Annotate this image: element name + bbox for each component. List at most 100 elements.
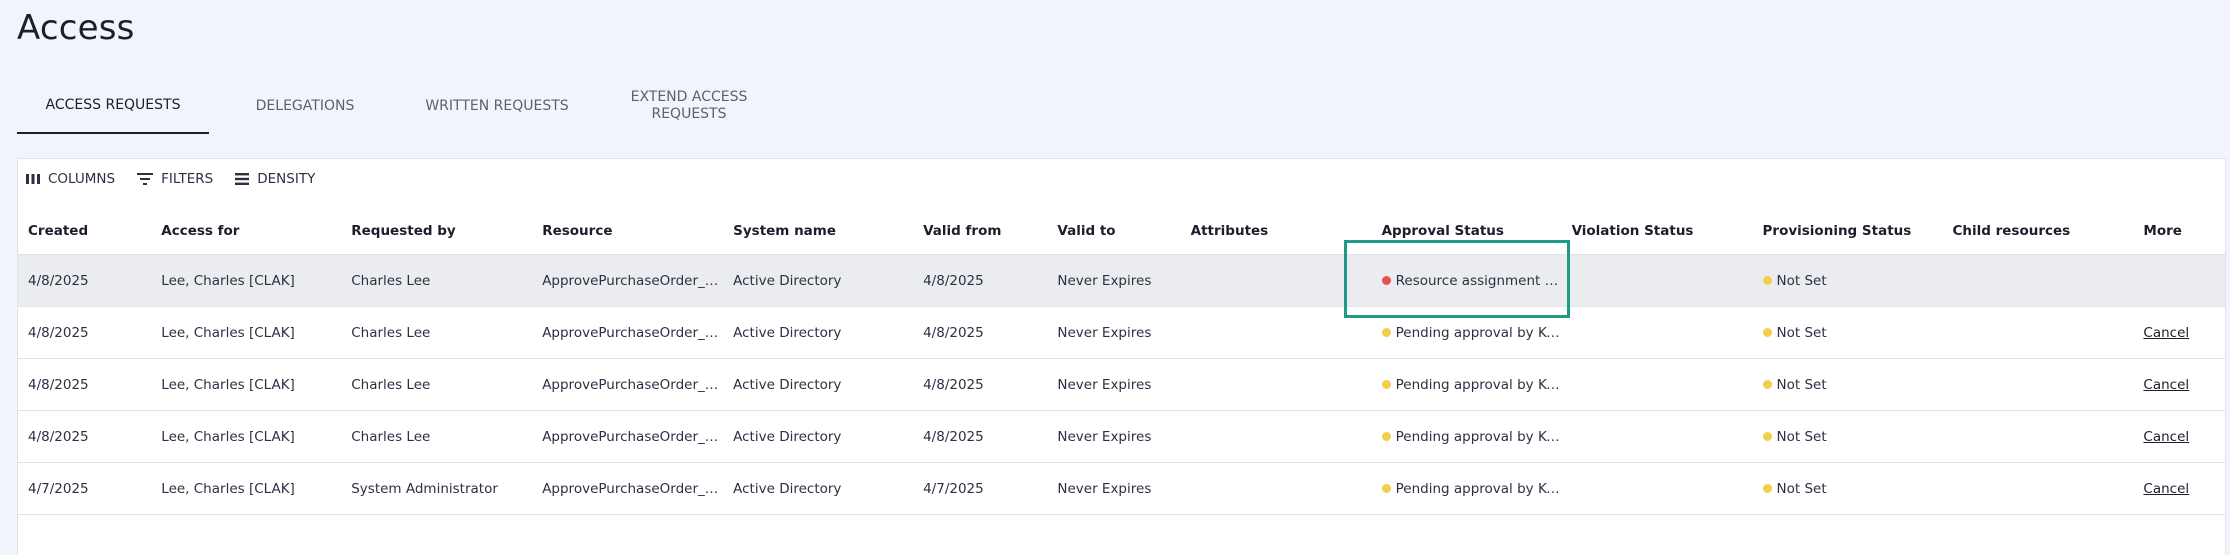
cell-created: 4/8/2025 <box>28 428 89 445</box>
page-title: Access <box>17 8 135 48</box>
tab-delegations[interactable]: DELEGATIONS <box>209 78 401 134</box>
columns-button[interactable]: COLUMNS <box>26 171 115 187</box>
cell-requested-by: Charles Lee <box>351 272 431 289</box>
cell-created: 4/8/2025 <box>28 324 89 341</box>
cell-created: 4/8/2025 <box>28 272 89 289</box>
cell-requested-by: System Administrator <box>351 480 498 497</box>
table-row[interactable]: 4/8/2025 Lee, Charles [CLAK] Charles Lee… <box>18 307 2225 359</box>
approval-status-text: Pending approval by Ke... <box>1395 428 1562 445</box>
cancel-link[interactable]: Cancel <box>2143 377 2189 393</box>
column-header-violation-status[interactable]: Violation Status <box>1562 223 1753 239</box>
cell-access-for: Lee, Charles [CLAK] <box>161 480 295 497</box>
density-icon <box>235 173 250 185</box>
cell-provisioning-status: Not Set <box>1753 377 1943 393</box>
approval-status-dot-icon <box>1381 484 1391 493</box>
approval-status-dot-icon <box>1381 432 1391 441</box>
cell-more: Cancel <box>2133 377 2225 393</box>
approval-status-text: Pending approval by Ke... <box>1395 376 1562 393</box>
cell-valid-to: Never Expires <box>1057 428 1152 445</box>
column-header-approval-status[interactable]: Approval Status <box>1372 223 1562 239</box>
column-header-valid-to[interactable]: Valid to <box>1047 223 1180 239</box>
column-header-child-resources[interactable]: Child resources <box>1942 223 2133 239</box>
cell-requested-by: Charles Lee <box>351 376 431 393</box>
table-row[interactable]: 4/8/2025 Lee, Charles [CLAK] Charles Lee… <box>18 255 2225 307</box>
column-header-provisioning-status[interactable]: Provisioning Status <box>1753 223 1943 239</box>
cell-approval-status[interactable]: Resource assignment is ... <box>1372 273 1562 289</box>
cell-valid-to: Never Expires <box>1057 480 1152 497</box>
provisioning-status-dot-icon <box>1762 380 1772 389</box>
grid-toolbar: COLUMNS FILTERS DENSITY <box>26 171 315 187</box>
cancel-link[interactable]: Cancel <box>2143 481 2189 497</box>
provisioning-status-dot-icon <box>1762 432 1772 441</box>
cell-system-name: Active Directory <box>733 272 842 289</box>
provisioning-status-text: Not Set <box>1776 272 1827 289</box>
cell-more: Cancel <box>2133 429 2225 445</box>
tab-extend-access-requests[interactable]: EXTEND ACCESS REQUESTS <box>593 78 785 134</box>
provisioning-status-dot-icon <box>1762 276 1772 285</box>
column-header-valid-from[interactable]: Valid from <box>913 223 1047 239</box>
column-header-resource[interactable]: Resource <box>532 223 723 239</box>
cell-access-for: Lee, Charles [CLAK] <box>161 428 295 445</box>
cell-resource: ApprovePurchaseOrder_C... <box>542 376 724 393</box>
column-header-access-for[interactable]: Access for <box>151 223 341 239</box>
cell-valid-to: Never Expires <box>1057 272 1152 289</box>
cell-requested-by: Charles Lee <box>351 324 431 341</box>
filter-icon <box>137 173 154 185</box>
density-button[interactable]: DENSITY <box>235 171 315 187</box>
cell-resource: ApprovePurchaseOrder_C... <box>542 324 724 341</box>
cell-valid-to: Never Expires <box>1057 376 1152 393</box>
cell-provisioning-status: Not Set <box>1753 325 1943 341</box>
cell-system-name: Active Directory <box>733 480 842 497</box>
cell-created: 4/7/2025 <box>28 480 89 497</box>
density-label: DENSITY <box>257 171 316 187</box>
cell-provisioning-status: Not Set <box>1753 273 1943 289</box>
cancel-link[interactable]: Cancel <box>2143 429 2189 445</box>
cell-resource: ApprovePurchaseOrder_C... <box>542 428 724 445</box>
cell-approval-status[interactable]: Pending approval by Ke... <box>1372 429 1562 445</box>
cell-resource: ApprovePurchaseOrder_C... <box>542 480 724 497</box>
cell-valid-from: 4/8/2025 <box>923 428 984 445</box>
approval-status-dot-icon <box>1381 380 1391 389</box>
cell-resource: ApprovePurchaseOrder_C... <box>542 272 724 289</box>
approval-status-dot-icon <box>1381 276 1391 285</box>
cell-valid-from: 4/8/2025 <box>923 324 984 341</box>
table-row[interactable]: 4/8/2025 Lee, Charles [CLAK] Charles Lee… <box>18 411 2225 463</box>
column-header-requested-by[interactable]: Requested by <box>341 223 532 239</box>
cell-system-name: Active Directory <box>733 376 842 393</box>
table-row[interactable]: 4/8/2025 Lee, Charles [CLAK] Charles Lee… <box>18 359 2225 411</box>
column-header-system-name[interactable]: System name <box>723 223 913 239</box>
cell-provisioning-status: Not Set <box>1753 481 1943 497</box>
cell-provisioning-status: Not Set <box>1753 429 1943 445</box>
column-header-created[interactable]: Created <box>18 223 151 239</box>
columns-label: COLUMNS <box>48 171 116 187</box>
provisioning-status-dot-icon <box>1762 328 1772 337</box>
cell-requested-by: Charles Lee <box>351 428 431 445</box>
approval-status-text: Pending approval by Ke... <box>1395 324 1562 341</box>
cell-created: 4/8/2025 <box>28 376 89 393</box>
access-tabs: ACCESS REQUESTS DELEGATIONS WRITTEN REQU… <box>17 78 785 134</box>
access-requests-grid: COLUMNS FILTERS DENSITY Created Access f… <box>17 158 2226 555</box>
cell-approval-status[interactable]: Pending approval by Ke... <box>1372 325 1562 341</box>
approval-status-text: Pending approval by Ke... <box>1395 480 1562 497</box>
cancel-link[interactable]: Cancel <box>2143 325 2189 341</box>
provisioning-status-text: Not Set <box>1776 376 1827 393</box>
tab-written-requests[interactable]: WRITTEN REQUESTS <box>401 78 593 134</box>
provisioning-status-text: Not Set <box>1776 428 1827 445</box>
cell-valid-from: 4/7/2025 <box>923 480 984 497</box>
cell-approval-status[interactable]: Pending approval by Ke... <box>1372 377 1562 393</box>
table-row[interactable]: 4/7/2025 Lee, Charles [CLAK] System Admi… <box>18 463 2225 515</box>
provisioning-status-dot-icon <box>1762 484 1772 493</box>
columns-icon <box>26 174 40 184</box>
tab-access-requests[interactable]: ACCESS REQUESTS <box>17 78 209 134</box>
cell-valid-from: 4/8/2025 <box>923 272 984 289</box>
column-header-more: More <box>2143 222 2182 239</box>
provisioning-status-text: Not Set <box>1776 480 1827 497</box>
table-header: Created Access for Requested by Resource… <box>18 207 2225 255</box>
cell-valid-from: 4/8/2025 <box>923 376 984 393</box>
cell-access-for: Lee, Charles [CLAK] <box>161 272 295 289</box>
cell-approval-status[interactable]: Pending approval by Ke... <box>1372 481 1562 497</box>
cell-access-for: Lee, Charles [CLAK] <box>161 376 295 393</box>
cell-system-name: Active Directory <box>733 324 842 341</box>
column-header-attributes[interactable]: Attributes <box>1181 223 1372 239</box>
filters-button[interactable]: FILTERS <box>137 171 213 187</box>
